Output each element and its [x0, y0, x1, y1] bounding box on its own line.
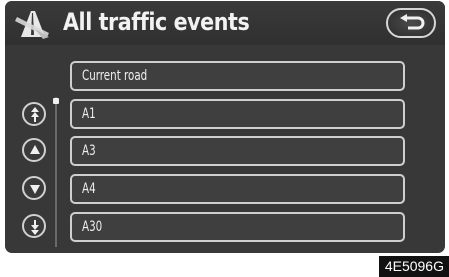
back-button[interactable]	[386, 8, 436, 38]
scrollbar-track[interactable]	[55, 97, 57, 247]
page-up-button[interactable]	[22, 102, 46, 126]
back-arrow-icon	[400, 14, 425, 30]
line-down-button[interactable]	[22, 176, 46, 200]
line-down-icon	[30, 185, 40, 194]
list-item-label: A3	[82, 143, 96, 159]
list-item-a1[interactable]: A1	[70, 99, 405, 129]
list-item-label: A4	[82, 181, 96, 197]
list-item-a3[interactable]: A3	[70, 136, 405, 166]
screen-header: All traffic events	[5, 1, 445, 45]
scrollbar-thumb[interactable]	[53, 98, 59, 104]
page-down-icon	[31, 220, 39, 235]
list-item-a30[interactable]: A30	[70, 212, 405, 242]
line-up-button[interactable]	[22, 138, 46, 162]
list-item-label: Current road	[82, 68, 148, 84]
list-item-current-road[interactable]: Current road	[70, 61, 405, 91]
list-item-label: A30	[82, 219, 103, 235]
page-up-icon	[31, 107, 39, 122]
page-down-button[interactable]	[22, 214, 46, 238]
traffic-events-icon	[15, 11, 49, 39]
line-up-icon	[30, 145, 40, 154]
figure-code: 4E5096G	[378, 256, 449, 277]
page-title: All traffic events	[63, 8, 250, 36]
navigation-screen: All traffic events Current road A1 A3 A4…	[5, 1, 445, 253]
list-item-a4[interactable]: A4	[70, 174, 405, 204]
list-item-label: A1	[82, 106, 96, 122]
